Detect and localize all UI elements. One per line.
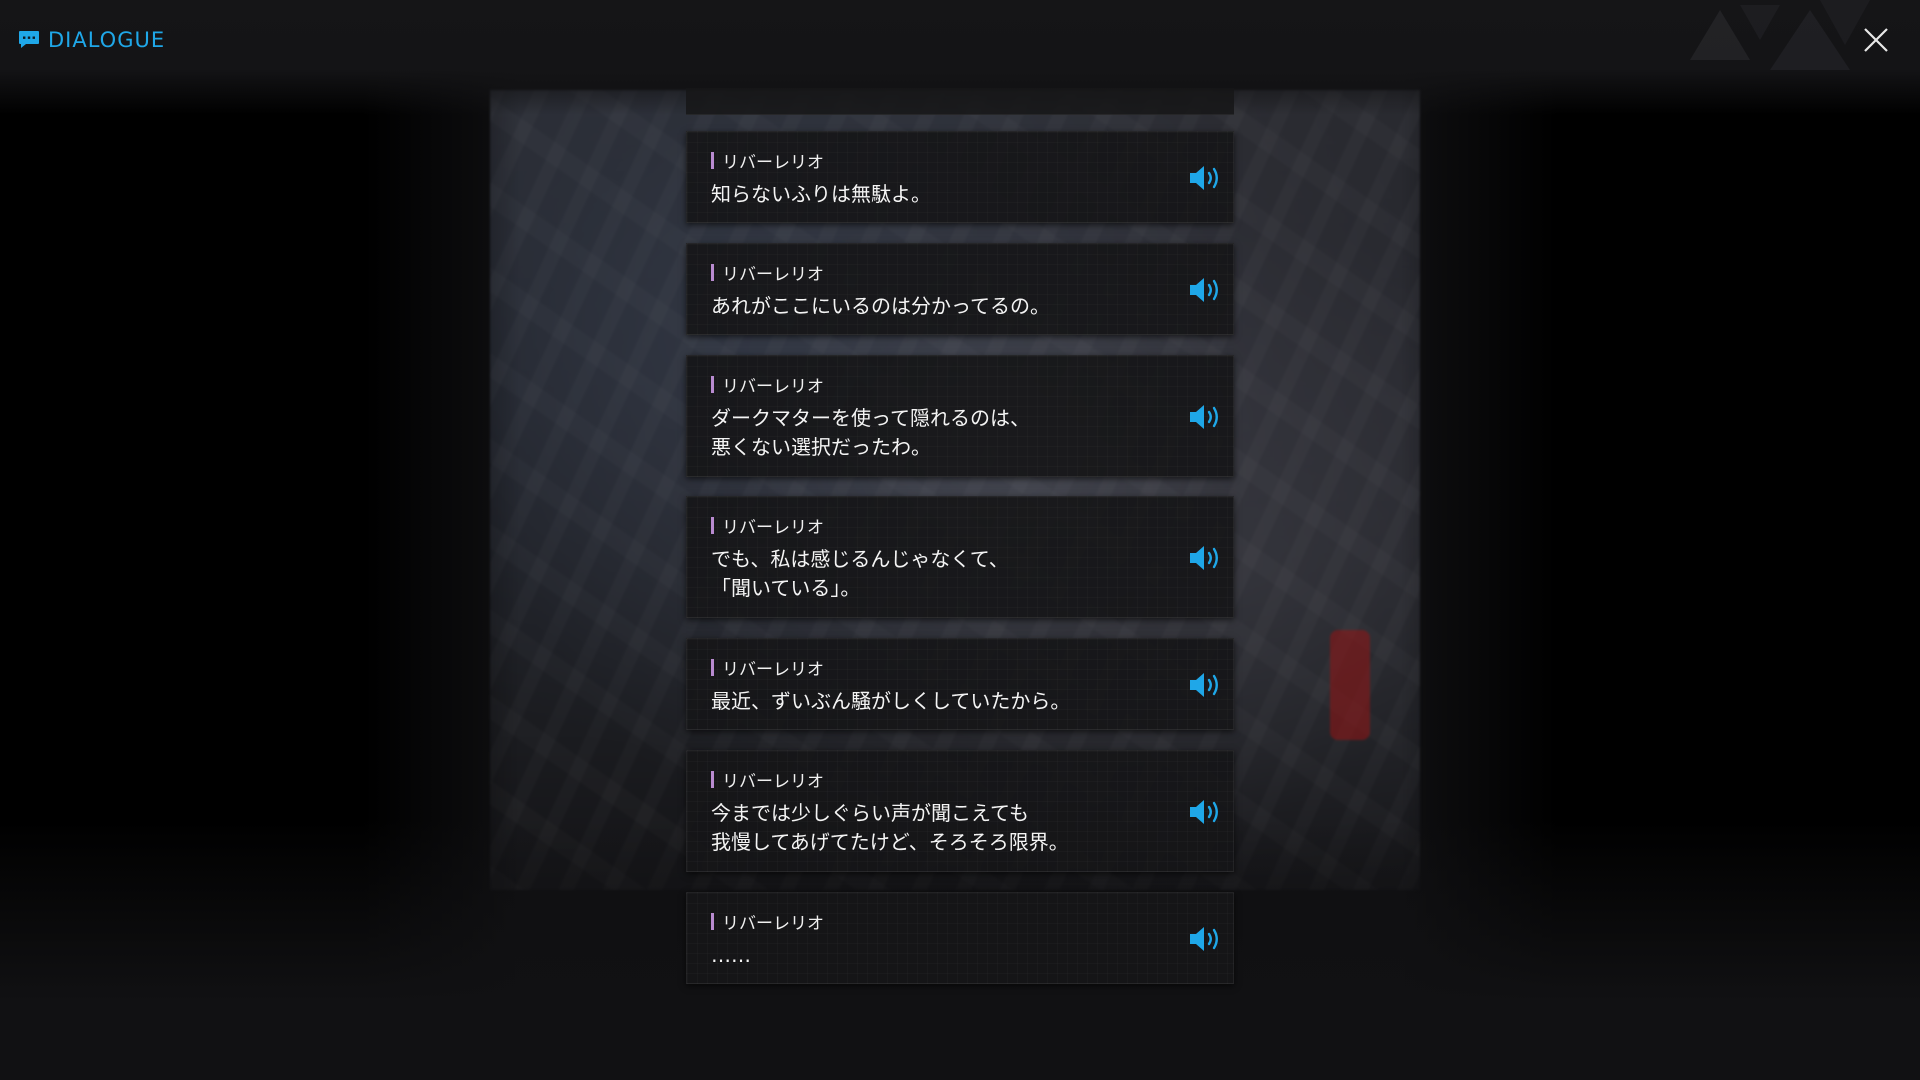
page-title: DIALOGUE (48, 28, 166, 52)
dialogue-list[interactable]: リバーレリオ 知らないふりは無駄よ。 リバーレリオ あれがここにいるのは分かって… (686, 0, 1234, 1080)
close-button[interactable] (1860, 24, 1892, 56)
dialogue-text: 最近、ずいぶん騒がしくしていたから。 (711, 687, 1151, 716)
dialogue-line: でも、私は感じるんじゃなくて、 (711, 547, 1009, 571)
dialogue-text: ダークマターを使って隠れるのは、 悪くない選択だったわ。 (711, 404, 1151, 462)
dialogue-line: 最近、ずいぶん騒がしくしていたから。 (711, 689, 1071, 713)
screen-title: DIALOGUE (18, 28, 165, 52)
dialogue-entry: リバーレリオ あれがここにいるのは分かってるの。 (686, 243, 1234, 335)
speaker-name: リバーレリオ (711, 148, 824, 173)
dialogue-line: …… (711, 943, 751, 967)
dialogue-entry: リバーレリオ 知らないふりは無駄よ。 (686, 131, 1234, 223)
dialogue-line: 今までは少しぐらい声が聞こえても (711, 801, 1029, 825)
speaker-name: リバーレリオ (711, 372, 824, 397)
dialogue-line: あれがここにいるのは分かってるの。 (711, 294, 1050, 318)
voice-play-icon[interactable] (1187, 275, 1223, 305)
dialogue-text: あれがここにいるのは分かってるの。 (711, 292, 1151, 321)
voice-play-icon[interactable] (1187, 163, 1223, 193)
dialogue-text: でも、私は感じるんじゃなくて、 「聞いている」。 (711, 545, 1151, 603)
speaker-marker (711, 913, 714, 930)
close-icon (1864, 28, 1888, 52)
dialogue-line: 我慢してあげてたけど、そろそろ限界。 (711, 830, 1069, 854)
dialogue-line: 悪くない選択だったわ。 (711, 435, 931, 459)
voice-play-icon[interactable] (1187, 402, 1223, 432)
speaker-marker (711, 376, 714, 393)
speaker-label: リバーレリオ (722, 377, 824, 397)
dialogue-entry-partial (686, 88, 1234, 115)
speaker-marker (711, 152, 714, 169)
voice-play-icon[interactable] (1187, 797, 1223, 827)
speaker-label: リバーレリオ (722, 660, 824, 680)
speaker-name: リバーレリオ (711, 260, 824, 285)
dialogue-entry: リバーレリオ …… (686, 892, 1234, 984)
voice-play-icon[interactable] (1187, 543, 1223, 573)
speaker-label: リバーレリオ (722, 914, 824, 934)
speaker-label: リバーレリオ (722, 518, 824, 538)
dialogue-entry: リバーレリオ でも、私は感じるんじゃなくて、 「聞いている」。 (686, 496, 1234, 618)
speaker-label: リバーレリオ (722, 153, 824, 173)
voice-play-icon[interactable] (1187, 924, 1223, 954)
speaker-marker (711, 264, 714, 281)
speaker-marker (711, 659, 714, 676)
dialogue-line: ダークマターを使って隠れるのは、 (711, 406, 1030, 430)
speaker-name: リバーレリオ (711, 655, 824, 680)
dialogue-entry: リバーレリオ 今までは少しぐらい声が聞こえても 我慢してあげてたけど、そろそろ限… (686, 750, 1234, 872)
speaker-name: リバーレリオ (711, 767, 824, 792)
dialogue-text: 知らないふりは無駄よ。 (711, 180, 1151, 209)
speaker-marker (711, 771, 714, 788)
speaker-name: リバーレリオ (711, 513, 824, 538)
dialogue-log-screen: DIALOGUE リバーレリオ 知らないふりは無駄よ。 リバーレリオ あれがここ… (0, 0, 1920, 1080)
dialogue-line: 「聞いている」。 (711, 576, 861, 600)
dialogue-line: 知らないふりは無駄よ。 (711, 182, 931, 206)
dialogue-entry: リバーレリオ ダークマターを使って隠れるのは、 悪くない選択だったわ。 (686, 355, 1234, 477)
dialogue-entry: リバーレリオ 最近、ずいぶん騒がしくしていたから。 (686, 638, 1234, 730)
voice-play-icon[interactable] (1187, 670, 1223, 700)
dialogue-text: …… (711, 941, 1151, 970)
chat-bubble-icon (19, 31, 39, 48)
speaker-label: リバーレリオ (722, 265, 824, 285)
speaker-label: リバーレリオ (722, 772, 824, 792)
dialogue-text: 今までは少しぐらい声が聞こえても 我慢してあげてたけど、そろそろ限界。 (711, 799, 1151, 857)
speaker-marker (711, 517, 714, 534)
speaker-name: リバーレリオ (711, 909, 824, 934)
decorative-triangles-icon (1690, 0, 1870, 70)
